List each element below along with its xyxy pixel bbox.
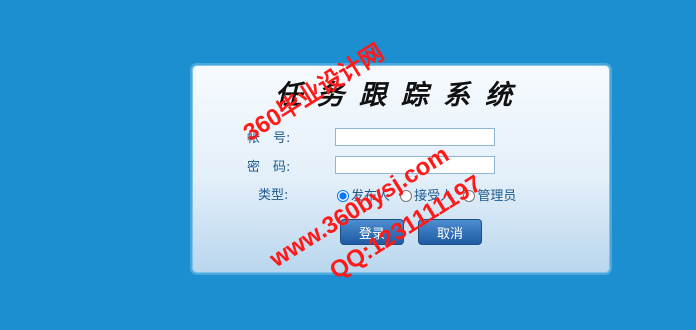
password-label: 密 码: [247, 160, 291, 175]
account-input[interactable] [335, 128, 495, 146]
type-label: 类型: [258, 188, 289, 203]
